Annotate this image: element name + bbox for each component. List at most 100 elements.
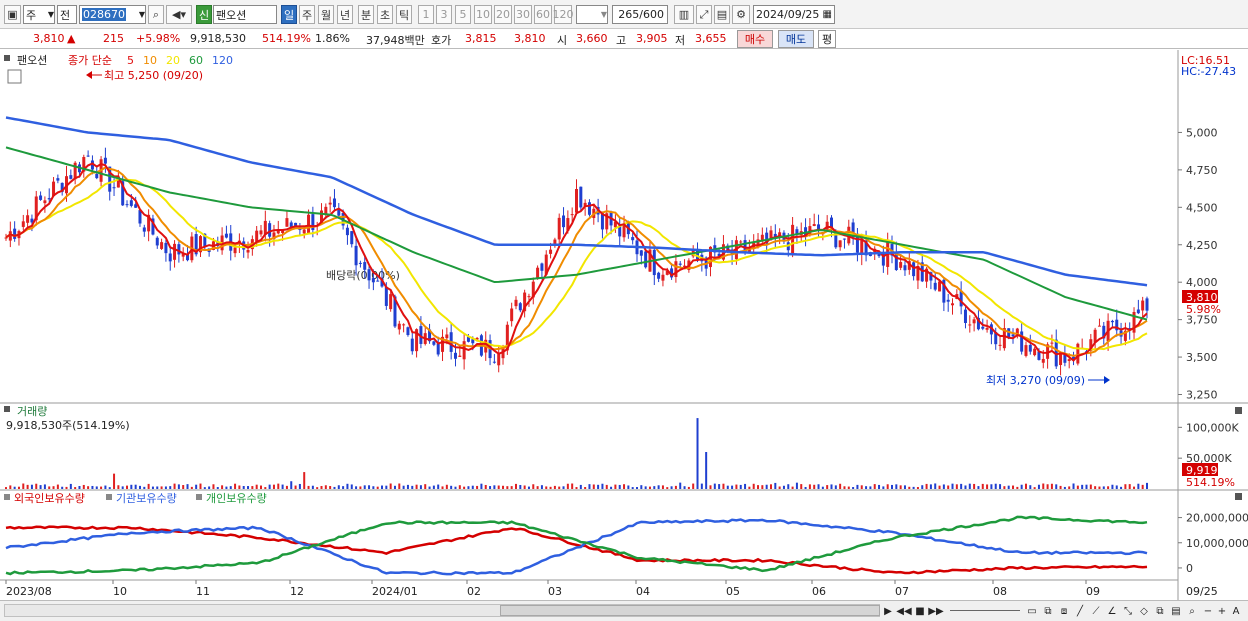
layout-icon[interactable]: ▭ — [1024, 603, 1040, 619]
volume-bar — [713, 483, 716, 489]
holdings-legend: 외국인보유수량 기관보유수량 개인보유수량 — [4, 492, 267, 505]
stop-icon[interactable]: ■ — [912, 603, 928, 619]
grid-toggle-icon[interactable] — [7, 69, 22, 84]
volume-bar — [1020, 484, 1023, 489]
interval-custom[interactable]: ▼ — [576, 5, 608, 24]
volume-bar — [1068, 486, 1071, 489]
magnet-icon[interactable]: ◇ — [1136, 603, 1152, 619]
volume-bar — [929, 484, 932, 489]
volume-bar — [605, 484, 608, 489]
volume-bar — [1111, 484, 1114, 489]
chart-area[interactable]: 팬오션 종가 단순 5 10 20 60 120 최고 5,250 (09/20) 배당… — [0, 50, 1248, 600]
volume-bar — [458, 485, 461, 489]
period-year[interactable]: 년 — [337, 5, 353, 24]
volume-bar — [787, 484, 790, 489]
scroll-right-icon[interactable]: ▶ — [880, 603, 896, 619]
code-input[interactable]: 028670 ▼ — [79, 5, 146, 24]
rewind-icon[interactable]: ◀◀ — [896, 603, 912, 619]
volume-bar — [623, 484, 626, 489]
candle-body — [246, 249, 250, 253]
candle-icon[interactable]: ▥ — [674, 5, 694, 24]
date-field[interactable]: 2024/09/25 ▦ — [753, 5, 835, 24]
holdings-pane-close-icon[interactable] — [1235, 493, 1242, 500]
trend-icon[interactable]: ⟋ — [1088, 603, 1104, 619]
interval-10[interactable]: 10 — [474, 5, 492, 24]
period-month[interactable]: 월 — [318, 5, 334, 24]
compare-icon[interactable]: ⧈ — [1056, 603, 1072, 619]
interval-1[interactable]: 1 — [418, 5, 434, 24]
capture-icon[interactable]: ⧉ — [1152, 603, 1168, 619]
period-second[interactable]: 초 — [377, 5, 393, 24]
period-tick[interactable]: 틱 — [396, 5, 412, 24]
candle-body — [579, 186, 583, 208]
stock-name-field[interactable]: 팬오션 — [213, 5, 277, 24]
fast-forward-icon[interactable]: ▶▶ — [928, 603, 944, 619]
candle-body — [95, 173, 99, 179]
scroll-thumb[interactable] — [500, 605, 880, 616]
market-select[interactable]: 주 ▼ — [23, 5, 55, 24]
interval-30[interactable]: 30 — [514, 5, 532, 24]
calendar-icon[interactable]: ▦ — [823, 9, 832, 20]
candle-body — [332, 198, 336, 208]
pane-menu-icon[interactable] — [4, 55, 10, 61]
cross-icon[interactable]: ⤡ — [1120, 603, 1136, 619]
interval-5[interactable]: 5 — [455, 5, 471, 24]
volume-bar — [316, 487, 319, 489]
print-icon[interactable]: ▤ — [1168, 603, 1184, 619]
volume-bar — [1046, 484, 1049, 489]
zoom-icon[interactable]: ⌕ — [1184, 603, 1200, 619]
candle-body — [842, 238, 846, 240]
candle-body — [406, 327, 410, 336]
volume-bar — [1033, 487, 1036, 489]
scroll-track[interactable] — [4, 604, 880, 617]
candle-body — [946, 299, 950, 302]
volume-bar — [826, 485, 829, 489]
price-tick-label: 5,000 — [1186, 126, 1218, 139]
volume-bar — [402, 485, 405, 489]
overlay-icon[interactable]: ⤢ — [696, 5, 712, 24]
font-size-icon[interactable]: A — [1228, 603, 1244, 619]
save-icon[interactable]: ▤ — [714, 5, 730, 24]
interval-60[interactable]: 60 — [534, 5, 552, 24]
sell-button[interactable]: 매도 — [778, 30, 814, 48]
split-icon[interactable]: ⧉ — [1040, 603, 1056, 619]
volume-bar — [43, 484, 46, 489]
volume-bar — [61, 486, 64, 489]
interval-120[interactable]: 120 — [553, 5, 574, 24]
interval-3[interactable]: 3 — [436, 5, 452, 24]
zoom-ruler[interactable] — [950, 610, 1020, 615]
volume-bar — [774, 482, 777, 489]
candle-body — [345, 227, 349, 236]
volume-bar — [1085, 484, 1088, 489]
volume-bar — [91, 485, 94, 489]
volume-bar — [441, 486, 444, 489]
volume-bar — [22, 483, 25, 489]
interval-20[interactable]: 20 — [494, 5, 512, 24]
draw-line-icon[interactable]: ╱ — [1072, 603, 1088, 619]
count-field[interactable]: 265/600 — [612, 5, 668, 24]
period-day[interactable]: 일 — [281, 5, 297, 24]
volume-pane-close-icon[interactable] — [1235, 407, 1242, 414]
volume-bar — [307, 485, 310, 489]
measure-icon[interactable]: ∠ — [1104, 603, 1120, 619]
volume-bar — [52, 486, 55, 489]
period-minute[interactable]: 분 — [358, 5, 374, 24]
volume-pane-menu-icon[interactable] — [4, 406, 10, 412]
search-icon[interactable]: ⌕ — [148, 5, 164, 24]
eval-button[interactable]: 평 — [818, 30, 836, 48]
min-note: 최저 3,270 (09/09) — [986, 374, 1085, 387]
volume-bar — [562, 486, 565, 489]
scope-select[interactable]: 전 — [57, 5, 77, 24]
window-icon[interactable]: ▣ — [4, 5, 21, 24]
volume-bar — [903, 485, 906, 489]
settings-icon[interactable]: ⚙ — [732, 5, 750, 24]
candle-body — [527, 296, 531, 298]
volume-bar — [1055, 484, 1058, 489]
sound-icon[interactable]: ◀▾ — [166, 5, 192, 24]
volume-bar — [445, 484, 448, 489]
buy-button[interactable]: 매수 — [737, 30, 773, 48]
volume-bar — [653, 486, 656, 489]
x-axis-right-label: 09/25 — [1186, 585, 1218, 598]
candle-body — [951, 303, 955, 306]
period-week[interactable]: 주 — [299, 5, 315, 24]
